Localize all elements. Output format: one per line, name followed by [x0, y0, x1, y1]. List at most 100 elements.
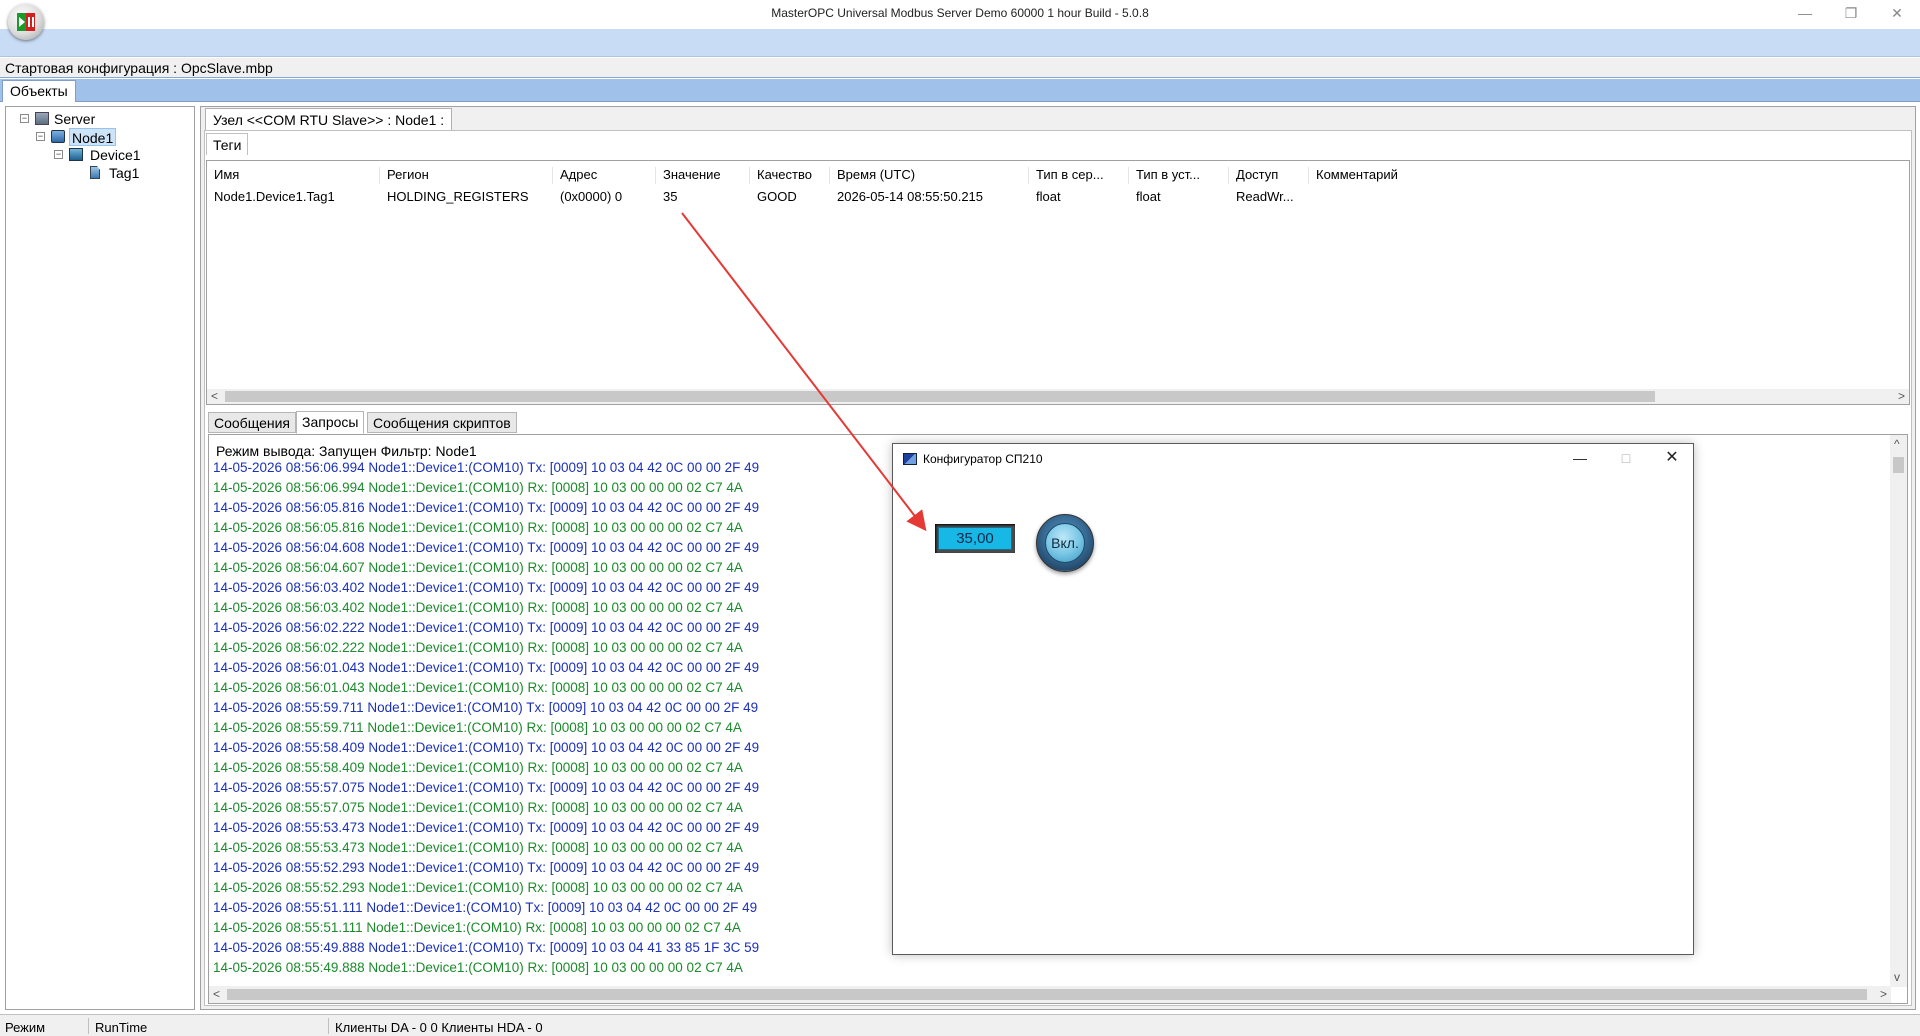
- expand-toggle-device[interactable]: −: [54, 150, 63, 159]
- scroll-thumb[interactable]: [1893, 457, 1904, 473]
- tab-node1[interactable]: Узел <<COM RTU Slave>> : Node1 :: [205, 108, 453, 130]
- log-line: 14-05-2026 08:55:52.293 Node1::Device1:(…: [213, 880, 743, 895]
- configurator-title-bar: Конфигуратор СП210 — □ ✕: [893, 444, 1693, 474]
- configurator-title: Конфигуратор СП210: [923, 452, 1043, 466]
- log-line: 14-05-2026 08:55:53.473 Node1::Device1:(…: [213, 840, 743, 855]
- scroll-thumb[interactable]: [227, 989, 1867, 1000]
- toggle-on-label[interactable]: Вкл.: [1045, 523, 1085, 563]
- node-icon: [51, 130, 65, 143]
- tree-item-server[interactable]: Server: [54, 110, 95, 128]
- log-line: 14-05-2026 08:55:59.711 Node1::Device1:(…: [213, 720, 742, 735]
- cell-quality[interactable]: GOOD: [750, 189, 830, 204]
- restore-button[interactable]: ❐: [1828, 0, 1874, 29]
- log-line: 14-05-2026 08:56:04.607 Node1::Device1:(…: [213, 560, 743, 575]
- scroll-left-icon[interactable]: <: [211, 389, 218, 404]
- close-button[interactable]: ✕: [1874, 0, 1920, 29]
- value-display: 35,00: [935, 524, 1015, 553]
- minimize-button[interactable]: —: [1782, 0, 1828, 29]
- log-line: 14-05-2026 08:56:02.222 Node1::Device1:(…: [213, 620, 760, 635]
- expand-toggle-node[interactable]: −: [36, 132, 45, 141]
- objects-bar: Объекты: [0, 79, 1920, 102]
- log-line: 14-05-2026 08:55:58.409 Node1::Device1:(…: [213, 760, 743, 775]
- scroll-right-icon[interactable]: >: [1898, 389, 1905, 404]
- tab-messages[interactable]: Сообщения: [208, 412, 296, 433]
- ribbon-strip: [0, 29, 1920, 57]
- server-icon: [35, 112, 49, 125]
- log-line: 14-05-2026 08:55:52.293 Node1::Device1:(…: [213, 860, 760, 875]
- configurator-minimize-button[interactable]: —: [1557, 444, 1603, 474]
- config-label: Стартовая конфигурация : OpcSlave.mbp: [5, 60, 273, 76]
- cell-time[interactable]: 2026-05-14 08:55:50.215: [830, 189, 1029, 204]
- log-line: 14-05-2026 08:56:01.043 Node1::Device1:(…: [213, 680, 743, 695]
- window-title: MasterOPC Universal Modbus Server Demo 6…: [771, 6, 1149, 20]
- log-line: 14-05-2026 08:55:49.888 Node1::Device1:(…: [213, 960, 743, 975]
- log-line: 14-05-2026 08:55:58.409 Node1::Device1:(…: [213, 740, 760, 755]
- tab-objects[interactable]: Объекты: [2, 80, 76, 102]
- log-line: 14-05-2026 08:55:57.075 Node1::Device1:(…: [213, 800, 743, 815]
- scroll-up-icon[interactable]: ^: [1894, 437, 1900, 452]
- scroll-down-icon[interactable]: v: [1894, 970, 1900, 985]
- tags-table: Имя Регион Адрес Значение Качество Время…: [206, 160, 1910, 405]
- column-header-name[interactable]: Имя: [207, 167, 380, 184]
- tags-horizontal-scrollbar[interactable]: < >: [207, 389, 1909, 404]
- app-menu-icon[interactable]: [8, 4, 44, 40]
- log-line: 14-05-2026 08:55:51.111 Node1::Device1:(…: [213, 900, 758, 915]
- log-line: 14-05-2026 08:56:05.816 Node1::Device1:(…: [213, 520, 743, 535]
- log-line: 14-05-2026 08:56:03.402 Node1::Device1:(…: [213, 580, 760, 595]
- log-vertical-scrollbar[interactable]: ^ v: [1890, 435, 1907, 987]
- toggle-on-button[interactable]: Вкл.: [1036, 514, 1094, 572]
- log-line: 14-05-2026 08:56:06.994 Node1::Device1:(…: [213, 480, 743, 495]
- value-display-text: 35,00: [938, 527, 1012, 550]
- cell-address[interactable]: (0x0000) 0: [553, 189, 656, 204]
- device-icon: [69, 148, 83, 161]
- tab-tags[interactable]: Теги: [206, 133, 249, 155]
- column-header-quality[interactable]: Качество: [750, 167, 830, 184]
- tab-script-messages[interactable]: Сообщения скриптов: [367, 412, 517, 433]
- expand-toggle-server[interactable]: −: [20, 114, 29, 123]
- config-bar: Стартовая конфигурация : OpcSlave.mbp: [0, 58, 1920, 78]
- log-line: 14-05-2026 08:55:59.711 Node1::Device1:(…: [213, 700, 759, 715]
- cell-name[interactable]: Node1.Device1.Tag1: [207, 189, 380, 204]
- scroll-right-icon[interactable]: >: [1880, 987, 1887, 1002]
- log-line: 14-05-2026 08:56:06.994 Node1::Device1:(…: [213, 460, 760, 475]
- cell-value[interactable]: 35: [656, 189, 750, 204]
- configurator-close-button[interactable]: ✕: [1649, 444, 1695, 474]
- log-line: 14-05-2026 08:55:57.075 Node1::Device1:(…: [213, 780, 760, 795]
- configurator-maximize-button[interactable]: □: [1603, 444, 1649, 474]
- cell-device-type[interactable]: float: [1129, 189, 1229, 204]
- column-header-comment[interactable]: Комментарий: [1309, 167, 1509, 184]
- log-line: 14-05-2026 08:55:53.473 Node1::Device1:(…: [213, 820, 760, 835]
- log-header: Режим вывода: Запущен Фильтр: Node1: [216, 443, 477, 459]
- column-header-region[interactable]: Регион: [380, 167, 553, 184]
- column-header-server-type[interactable]: Тип в сер...: [1029, 167, 1129, 184]
- cell-access[interactable]: ReadWr...: [1229, 189, 1309, 204]
- log-line: 14-05-2026 08:56:05.816 Node1::Device1:(…: [213, 500, 760, 515]
- tag-icon: [90, 166, 100, 179]
- title-bar: MasterOPC Universal Modbus Server Demo 6…: [0, 0, 1920, 29]
- status-clients: Клиенты DA - 0 0 Клиенты HDA - 0: [335, 1020, 543, 1035]
- log-line: 14-05-2026 08:55:51.111 Node1::Device1:(…: [213, 920, 741, 935]
- column-header-access[interactable]: Доступ: [1229, 167, 1309, 184]
- status-bar: Режим RunTime Клиенты DA - 0 0 Клиенты H…: [0, 1014, 1920, 1036]
- cell-region[interactable]: HOLDING_REGISTERS: [380, 189, 553, 204]
- cell-server-type[interactable]: float: [1029, 189, 1129, 204]
- tree-item-node1[interactable]: Node1: [69, 128, 117, 146]
- configurator-window: Конфигуратор СП210 — □ ✕ 35,00 Вкл.: [892, 443, 1694, 955]
- log-horizontal-scrollbar[interactable]: < >: [209, 986, 1891, 1003]
- status-mode-value: RunTime: [95, 1020, 148, 1035]
- column-header-address[interactable]: Адрес: [553, 167, 656, 184]
- column-header-time[interactable]: Время (UTC): [830, 167, 1029, 184]
- tree-item-device1[interactable]: Device1: [90, 146, 141, 164]
- log-line: 14-05-2026 08:56:01.043 Node1::Device1:(…: [213, 660, 760, 675]
- tree-item-tag1[interactable]: Tag1: [109, 164, 139, 182]
- object-tree: − Server − Node1 − Device1 Tag1: [5, 106, 195, 1010]
- column-header-device-type[interactable]: Тип в уст...: [1129, 167, 1229, 184]
- log-line: 14-05-2026 08:55:49.888 Node1::Device1:(…: [213, 940, 760, 955]
- configurator-app-icon: [903, 453, 917, 465]
- log-line: 14-05-2026 08:56:03.402 Node1::Device1:(…: [213, 600, 743, 615]
- scroll-left-icon[interactable]: <: [213, 987, 220, 1002]
- tab-requests[interactable]: Запросы: [296, 411, 365, 434]
- column-header-value[interactable]: Значение: [656, 167, 750, 184]
- log-line: 14-05-2026 08:56:04.608 Node1::Device1:(…: [213, 540, 760, 555]
- scroll-thumb[interactable]: [225, 391, 1655, 402]
